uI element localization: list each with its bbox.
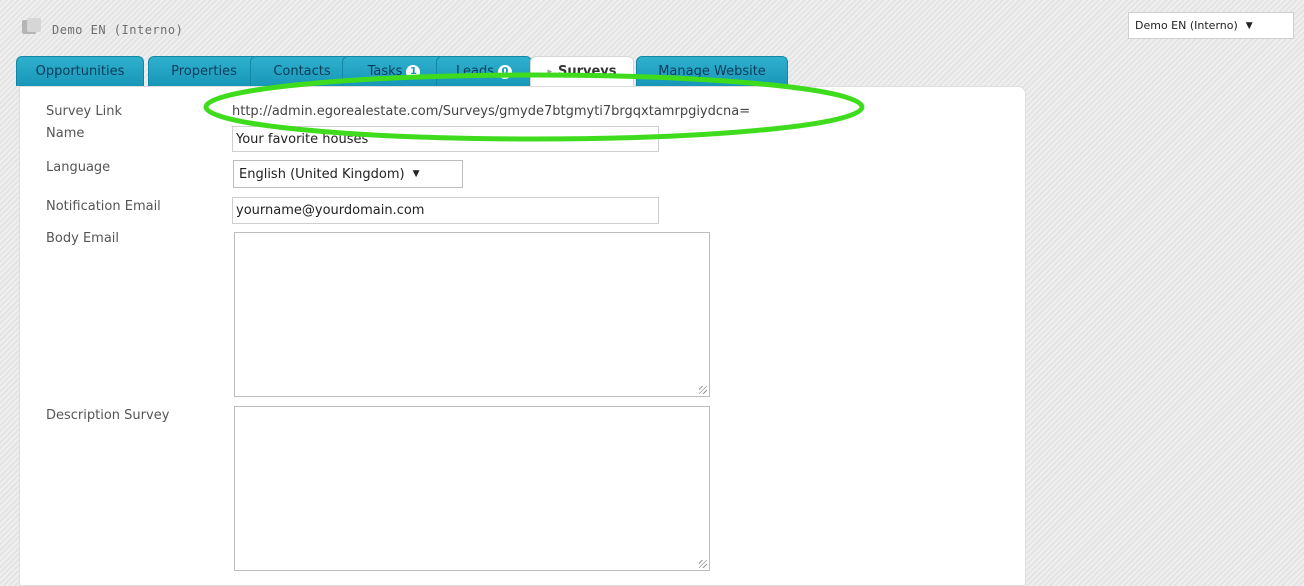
highlight-ellipse-annotation [203,72,865,142]
language-select[interactable]: English (United Kingdom) ▼ [233,160,463,188]
tab-label: Opportunities [35,64,125,79]
notification-email-value: yourname@yourdomain.com [236,203,425,218]
body-email-label: Body Email [46,231,120,246]
chevron-down-icon: ▼ [412,169,420,179]
body-email-textarea[interactable] [234,232,710,397]
chevron-down-icon: ▼ [1245,20,1253,31]
resize-grip-icon[interactable] [699,386,707,394]
app-header: Demo EN (Interno) [22,12,183,42]
app-logo-icon [22,18,42,36]
company-select[interactable]: Demo EN (Interno) ▼ [1128,12,1294,39]
language-label: Language [46,160,111,175]
company-select-value: Demo EN (Interno) [1135,19,1238,32]
description-survey-textarea[interactable] [234,406,710,571]
survey-link-label: Survey Link [46,104,122,119]
description-survey-label: Description Survey [46,408,170,423]
app-title: Demo EN (Interno) [52,23,184,37]
tab-opportunities[interactable]: Opportunities [16,56,144,86]
notification-email-input[interactable]: yourname@yourdomain.com [232,197,659,224]
resize-grip-icon[interactable] [699,560,707,568]
name-label: Name [46,126,85,141]
notification-email-label: Notification Email [46,199,161,214]
language-select-value: English (United Kingdom) [239,166,405,182]
